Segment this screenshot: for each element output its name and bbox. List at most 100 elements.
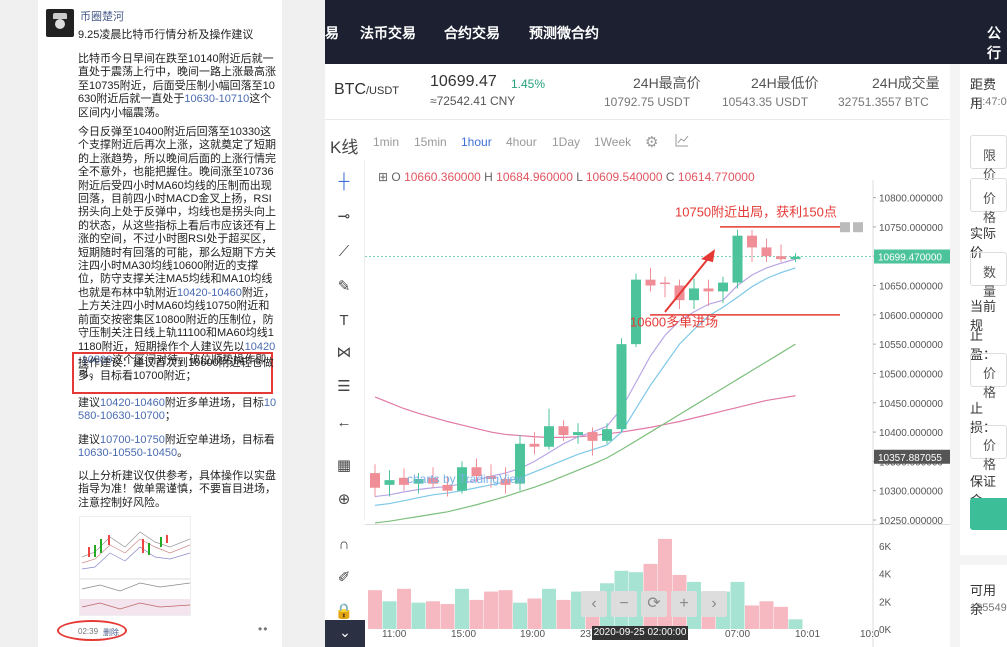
volume-tick-label: 2K (879, 597, 892, 608)
tf-1min[interactable]: 1min (373, 135, 399, 149)
candle-body (616, 344, 627, 430)
horizontal-line-icon[interactable]: ⊸ (334, 207, 354, 227)
magnet-icon[interactable]: ∩ (334, 535, 354, 555)
collapse-toolbar-button[interactable]: ⌄ (325, 620, 365, 647)
avatar[interactable] (46, 9, 74, 37)
change-percent: 1.45% (511, 77, 546, 91)
trendline-icon[interactable]: ⟋ (334, 242, 354, 262)
trading-pair[interactable]: BTC/USDT (334, 81, 399, 99)
post-paragraph-1: 比特币今日早间在跌至10140附近后就一直处于震荡上行中，晚间一路上涨最高涨至1… (78, 53, 278, 120)
candle-body (573, 432, 583, 435)
ruler-icon[interactable]: ▦ (334, 456, 354, 476)
scroll-left-button[interactable]: ‹ (581, 591, 607, 617)
y-tick-label: 10500.000000 (879, 369, 943, 380)
panel-divider (960, 555, 1007, 565)
candle-body (370, 473, 380, 488)
buy-button[interactable] (970, 498, 1007, 530)
text: 今日反弹至10400附近后回落至10330这个支撑附近后再次上涨，这就奠定了短期… (78, 126, 276, 299)
pattern-icon[interactable]: ⋈ (334, 343, 354, 363)
highlight-ellipse (57, 620, 127, 641)
nav-item-contract[interactable]: 合约交易 (444, 23, 500, 43)
candle-body (544, 426, 554, 447)
price-input[interactable]: 价格 (970, 178, 1007, 225)
text: 附近空单进场，目标看 (164, 434, 275, 446)
text: 。 (177, 447, 189, 460)
volume-tick-label: 4K (879, 570, 892, 581)
candle-body (631, 279, 641, 345)
candle-body (660, 282, 670, 285)
high-value: 10792.75 USDT (604, 95, 691, 109)
post-paragraph-disclaimer: 以上分析建议仅供参考，具体操作以实盘指导为准！做单需谨慎，不要盲目进场，注意控制… (78, 470, 276, 509)
thumbnail-image (80, 517, 190, 615)
kline-title: K线 (330, 138, 359, 157)
stop-loss-input[interactable]: 价格 (970, 425, 1007, 472)
zoom-out-button[interactable]: − (611, 591, 637, 617)
tf-1hour[interactable]: 1hour (461, 135, 492, 149)
settings-icon[interactable]: ⚙ (645, 133, 658, 151)
ma-green-line (374, 343, 796, 524)
tf-1week[interactable]: 1Week (594, 135, 631, 149)
zoom-icon[interactable]: ⊕ (334, 490, 354, 510)
volume-bar (469, 599, 484, 629)
text-highlight: 10420-10460 (100, 397, 165, 409)
x-tick-label: 11:00 (382, 629, 407, 640)
ma-blue-line (374, 267, 796, 506)
ma-pink-line (374, 395, 796, 438)
candlestick-chart[interactable]: 10800.00000010750.00000010700.0000001065… (365, 180, 950, 647)
reset-button[interactable]: ⟳ (641, 591, 667, 617)
y-tick-label: 10250.000000 (879, 516, 943, 527)
chart-nav-controls: ‹ − ⟳ + › (581, 591, 733, 617)
tf-1day[interactable]: 1Day (552, 135, 580, 149)
low-price-tag: 10357.887055 (878, 453, 942, 464)
tradingview-watermark: charts by TradingView (407, 472, 525, 486)
post-chart-thumbnail[interactable] (79, 516, 191, 616)
volume-bar (484, 591, 498, 629)
candle-body (587, 432, 598, 441)
indicator-icon[interactable] (675, 133, 689, 152)
brush-icon[interactable]: ✎ (334, 277, 354, 297)
y-tick-label: 10600.000000 (879, 311, 943, 322)
x-tick-label: 07:00 (725, 629, 750, 640)
low-value: 10543.35 USDT (722, 95, 809, 109)
volume-bar (542, 588, 556, 629)
x-tick-label: 15:00 (451, 629, 476, 640)
zoom-in-button[interactable]: + (671, 591, 697, 617)
candle-body (718, 282, 728, 292)
scroll-right-button[interactable]: › (701, 591, 727, 617)
back-icon[interactable]: ← (334, 413, 354, 433)
text: 附近多单进场，目标 (164, 397, 264, 409)
order-type-select[interactable]: 限价 (970, 135, 1007, 182)
text-highlight: 10630-10710 (184, 93, 250, 106)
y-tick-label: 10400.000000 (879, 428, 943, 439)
quantity-input[interactable]: 数量 (970, 252, 1007, 299)
crosshair-icon[interactable]: ┼ (334, 172, 354, 192)
post-author[interactable]: 币圈楚河 (80, 8, 124, 24)
top-navigation (325, 0, 1007, 64)
candle-body (558, 426, 569, 435)
tf-4hour[interactable]: 4hour (506, 135, 537, 149)
candle-body (776, 256, 786, 260)
chevron-down-icon: ⌄ (339, 624, 351, 640)
fib-icon[interactable]: ☰ (334, 377, 354, 397)
y-tick-label: 10300.000000 (879, 487, 943, 498)
text-tool-icon[interactable]: T (334, 311, 354, 331)
x-tick-label: 19:00 (520, 629, 545, 640)
take-profit-input[interactable]: 价格 (970, 353, 1007, 400)
nav-item-announcement[interactable]: 公行 (987, 23, 1007, 63)
candle-body (790, 256, 801, 260)
lock-draw-icon[interactable]: ✐ (334, 568, 354, 588)
volume-bar (368, 590, 382, 629)
volume-bar (411, 602, 426, 629)
text: 建议 (78, 397, 100, 409)
lock-icon[interactable]: 🔒 (334, 602, 354, 622)
volume-bar (455, 588, 469, 629)
nav-item-partial[interactable]: 易 (325, 23, 339, 43)
nav-item-fiat[interactable]: 法币交易 (360, 23, 416, 43)
volume-bar (788, 619, 803, 629)
tf-15min[interactable]: 15min (414, 135, 447, 149)
volume-bar (440, 604, 455, 629)
more-icon[interactable]: •• (258, 622, 268, 636)
nav-item-prediction[interactable]: 预测微合约 (529, 23, 599, 43)
x-tick-label: 23 (580, 629, 592, 640)
arrow-head (701, 249, 715, 263)
